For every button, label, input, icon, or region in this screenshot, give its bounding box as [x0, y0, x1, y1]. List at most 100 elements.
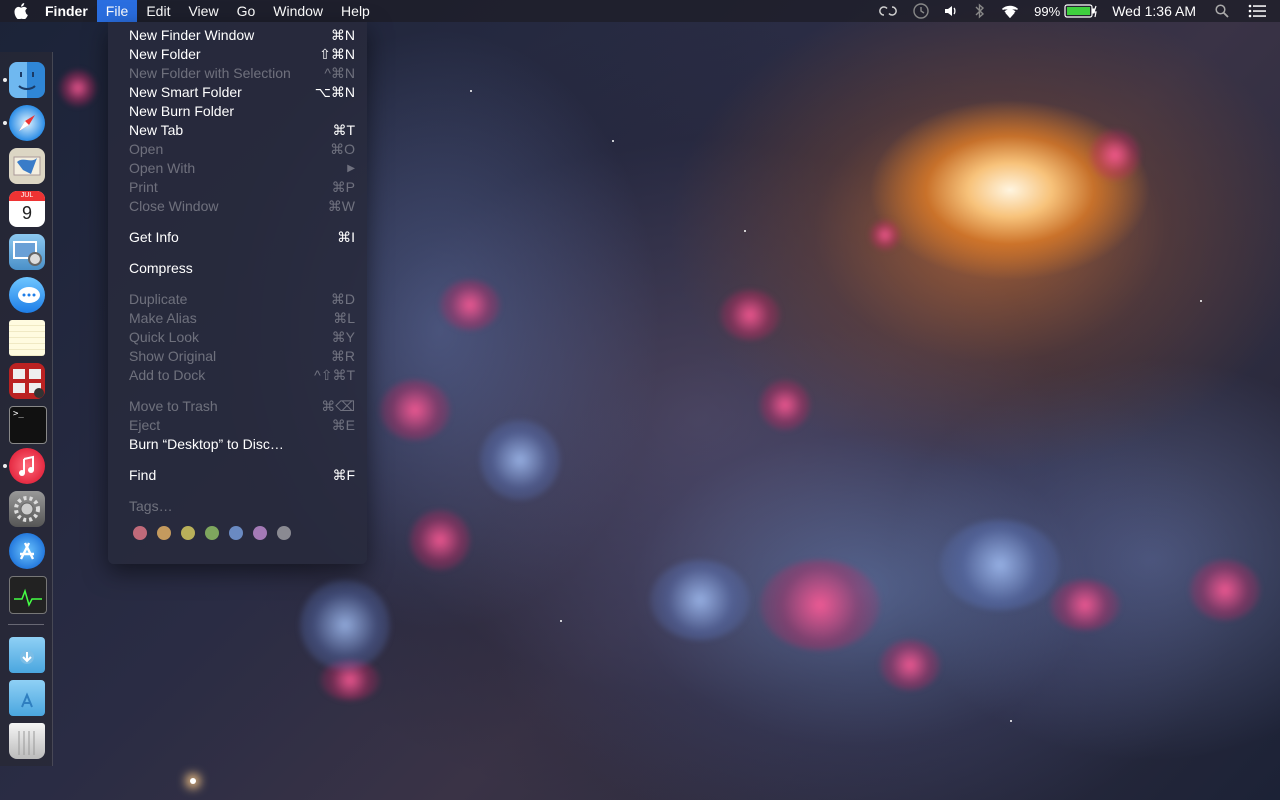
menu-item-shortcut: ⌘E	[331, 417, 355, 433]
itunes-icon[interactable]	[9, 448, 45, 484]
time-machine-icon[interactable]	[905, 0, 937, 22]
menu-item-new-finder-window[interactable]: New Finder Window ⌘N	[108, 26, 367, 45]
menu-item-print[interactable]: Print ⌘P	[108, 178, 367, 197]
system-preferences-icon[interactable]	[9, 491, 45, 527]
activity-monitor-icon[interactable]	[9, 576, 47, 614]
menu-item-show-original[interactable]: Show Original ⌘R	[108, 347, 367, 366]
nebula-spot	[380, 380, 450, 440]
nebula-spot	[880, 640, 940, 690]
menu-item-shortcut: ⌘P	[331, 179, 355, 195]
menu-item-shortcut: ^⌘N	[324, 65, 355, 81]
calendar-icon[interactable]: JUL 9	[9, 191, 45, 227]
star	[560, 620, 562, 622]
menu-item-shortcut: ⌥⌘N	[314, 84, 355, 100]
wifi-icon[interactable]	[993, 0, 1027, 22]
nebula-spot	[60, 70, 96, 106]
menu-item-new-folder-with-selection[interactable]: New Folder with Selection ^⌘N	[108, 64, 367, 83]
preview-icon[interactable]	[9, 234, 45, 270]
menu-clock[interactable]: Wed 1:36 AM	[1105, 0, 1203, 22]
menu-item-label: Make Alias	[129, 310, 197, 326]
nebula-spot	[440, 280, 500, 330]
tag-purple-button[interactable]	[253, 526, 267, 540]
menu-app-name[interactable]: Finder	[36, 0, 97, 22]
menu-item-new-burn-folder[interactable]: New Burn Folder	[108, 102, 367, 121]
tag-green-button[interactable]	[205, 526, 219, 540]
star	[612, 140, 614, 142]
bluetooth-icon[interactable]	[967, 0, 993, 22]
tag-yellow-button[interactable]	[181, 526, 195, 540]
menu-item-label: New Folder	[129, 46, 201, 62]
tag-blue-button[interactable]	[229, 526, 243, 540]
running-indicator	[3, 464, 7, 468]
menu-item-label: Tags…	[129, 498, 173, 514]
menu-item-duplicate[interactable]: Duplicate ⌘D	[108, 290, 367, 309]
menu-item-eject[interactable]: Eject ⌘E	[108, 416, 367, 435]
dock: JUL 9 >_	[0, 52, 53, 766]
menu-item-get-info[interactable]: Get Info ⌘I	[108, 228, 367, 247]
menu-item-add-to-dock[interactable]: Add to Dock ^⇧⌘T	[108, 366, 367, 385]
menu-item-label: Compress	[129, 260, 193, 276]
menu-item-label: Move to Trash	[129, 398, 218, 414]
nebula-spot	[1190, 560, 1260, 620]
menu-item-quick-look[interactable]: Quick Look ⌘Y	[108, 328, 367, 347]
running-indicator	[3, 78, 7, 82]
nebula-spot	[1050, 580, 1120, 630]
battery-charging-icon[interactable]	[1064, 0, 1105, 22]
menu-item-close-window[interactable]: Close Window ⌘W	[108, 197, 367, 216]
running-indicator	[3, 121, 7, 125]
tag-orange-button[interactable]	[157, 526, 171, 540]
menu-item-open-with[interactable]: Open With ▶	[108, 159, 367, 178]
menu-item-burn-desktop[interactable]: Burn “Desktop” to Disc…	[108, 435, 367, 454]
trash-icon[interactable]	[9, 723, 45, 759]
menu-item-new-folder[interactable]: New Folder ⇧⌘N	[108, 45, 367, 64]
menu-item-compress[interactable]: Compress	[108, 259, 367, 278]
menu-view[interactable]: View	[179, 0, 227, 22]
menu-item-new-tab[interactable]: New Tab ⌘T	[108, 121, 367, 140]
tag-red-button[interactable]	[133, 526, 147, 540]
apple-menu-icon[interactable]	[6, 0, 36, 22]
volume-icon[interactable]	[937, 0, 967, 22]
app-store-icon[interactable]	[9, 533, 45, 569]
menu-item-label: Burn “Desktop” to Disc…	[129, 436, 284, 452]
menu-item-label: New Burn Folder	[129, 103, 235, 119]
tag-gray-button[interactable]	[277, 526, 291, 540]
notes-icon[interactable]	[9, 320, 45, 356]
creative-cloud-icon[interactable]	[871, 0, 905, 22]
menu-go[interactable]: Go	[228, 0, 265, 22]
notification-center-icon[interactable]	[1241, 0, 1280, 22]
menu-edit[interactable]: Edit	[137, 0, 179, 22]
menu-item-label: Add to Dock	[129, 367, 206, 383]
menu-item-label: Get Info	[129, 229, 179, 245]
menu-item-label: New Smart Folder	[129, 84, 242, 100]
menu-item-make-alias[interactable]: Make Alias ⌘L	[108, 309, 367, 328]
menu-item-find[interactable]: Find ⌘F	[108, 466, 367, 485]
star	[744, 230, 746, 232]
menu-bar: Finder File Edit View Go Window Help 99%…	[0, 0, 1280, 22]
safari-icon[interactable]	[9, 105, 45, 141]
calendar-month: JUL	[9, 191, 45, 201]
menu-item-shortcut: ^⇧⌘T	[314, 367, 355, 383]
menu-window[interactable]: Window	[264, 0, 332, 22]
menu-item-move-to-trash[interactable]: Move to Trash ⌘⌫	[108, 397, 367, 416]
battery-percent[interactable]: 99%	[1027, 0, 1064, 22]
menu-item-shortcut: ⌘Y	[331, 329, 355, 345]
finder-icon[interactable]	[9, 62, 45, 98]
terminal-prompt: >_	[13, 409, 24, 419]
applications-folder-icon[interactable]	[9, 680, 45, 716]
menu-help[interactable]: Help	[332, 0, 379, 22]
photo-booth-icon[interactable]	[9, 363, 45, 399]
terminal-icon[interactable]: >_	[9, 406, 47, 444]
star	[190, 778, 196, 784]
menu-item-shortcut: ⌘O	[330, 141, 355, 157]
messages-icon[interactable]	[9, 277, 45, 313]
mail-icon[interactable]	[9, 148, 45, 184]
menu-item-label: Show Original	[129, 348, 217, 364]
menu-item-label: Duplicate	[129, 291, 188, 307]
menu-item-shortcut: ⇧⌘N	[319, 46, 355, 62]
menu-item-new-smart-folder[interactable]: New Smart Folder ⌥⌘N	[108, 83, 367, 102]
spotlight-search-icon[interactable]	[1203, 0, 1241, 22]
menu-file[interactable]: File	[96, 0, 138, 22]
menu-item-open[interactable]: Open ⌘O	[108, 140, 367, 159]
menu-item-tags[interactable]: Tags…	[108, 497, 367, 516]
downloads-folder-icon[interactable]	[9, 637, 45, 673]
